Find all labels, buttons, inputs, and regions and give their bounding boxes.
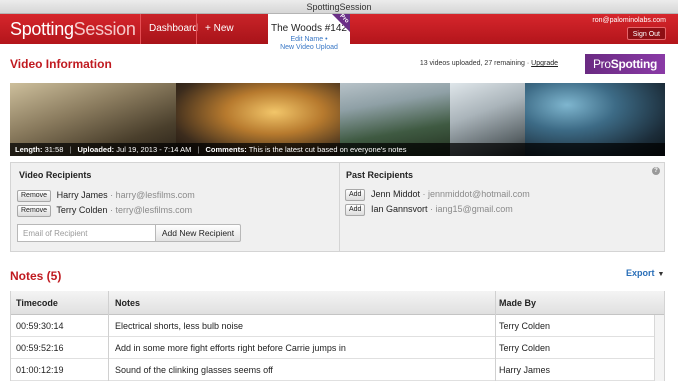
uploads-status: 13 videos uploaded, 27 remaining · Upgra… bbox=[420, 60, 558, 67]
comments-value: This is the latest cut based on everyone… bbox=[248, 145, 407, 154]
nav-dashboard[interactable]: Dashboard bbox=[140, 14, 198, 44]
video-filmstrip[interactable]: Length: 31:58 | Uploaded: Jul 19, 2013 -… bbox=[10, 83, 665, 156]
add-past-recipient-button[interactable]: Add bbox=[345, 203, 366, 216]
column-divider bbox=[108, 291, 109, 381]
logo-text-session: Session bbox=[73, 19, 136, 39]
recipient-name: Harry James bbox=[56, 190, 108, 200]
meta-separator: | bbox=[69, 145, 72, 154]
past-recipient-email: · jennmiddot@hotmail.com bbox=[422, 189, 530, 199]
note-text: Electrical shorts, less bulb noise bbox=[115, 321, 244, 331]
note-author: Harry James bbox=[499, 365, 551, 375]
add-past-recipient-button[interactable]: Add bbox=[345, 188, 366, 201]
note-text: Add in some more fight efforts right bef… bbox=[115, 343, 346, 353]
uploads-count: 13 videos uploaded, 27 remaining · bbox=[419, 60, 530, 67]
note-author: Terry Colden bbox=[499, 343, 551, 353]
past-recipient-row: Add Ian Gannsvort · iang15@gmail.com bbox=[345, 203, 513, 216]
link-separator: • bbox=[325, 36, 328, 43]
upgrade-link[interactable]: Upgrade bbox=[531, 60, 558, 67]
app-logo[interactable]: SpottingSession bbox=[10, 17, 136, 41]
comments-label: Comments: bbox=[205, 145, 247, 154]
video-metadata-bar: Length: 31:58 | Uploaded: Jul 19, 2013 -… bbox=[10, 143, 665, 156]
nav-new-session[interactable]: + New Session bbox=[196, 14, 268, 64]
prospotting-badge-pro: Pro bbox=[592, 57, 611, 71]
video-tab-links: Edit Name • New Video Upload bbox=[268, 36, 350, 52]
export-label: Export bbox=[626, 268, 655, 278]
video-recipients-heading: Video Recipients bbox=[19, 170, 92, 180]
table-scrollbar[interactable] bbox=[654, 315, 664, 381]
note-timecode: 00:59:30:14 bbox=[16, 321, 64, 331]
caret-down-icon: ▼ bbox=[657, 271, 665, 278]
past-recipients-heading: Past Recipients bbox=[346, 170, 414, 180]
notes-table: Timecode Notes Made By 00:59:30:14 Elect… bbox=[10, 291, 665, 381]
app-header: SpottingSession Dashboard + New Session … bbox=[0, 13, 678, 64]
edit-name-link[interactable]: Edit Name bbox=[290, 36, 323, 43]
meta-separator: | bbox=[197, 145, 200, 154]
recipient-email: · harry@lesfilms.com bbox=[110, 190, 195, 200]
column-header-made-by[interactable]: Made By bbox=[499, 291, 536, 315]
length-value: 31:58 bbox=[44, 145, 64, 154]
new-video-upload-link[interactable]: New Video Upload bbox=[280, 44, 338, 51]
past-recipient-email: · iang15@gmail.com bbox=[430, 204, 513, 214]
note-text: Sound of the clinking glasses seems off bbox=[115, 365, 273, 375]
export-dropdown[interactable]: Export ▼ bbox=[626, 268, 664, 278]
past-recipient-name: Ian Gannsvort bbox=[370, 204, 428, 214]
remove-recipient-button[interactable]: Remove bbox=[17, 204, 52, 217]
window-title: SpottingSession bbox=[306, 2, 372, 12]
recipient-row: Remove Terry Colden · terry@lesfilms.com bbox=[17, 204, 192, 217]
video-information-title: Video Information bbox=[10, 57, 112, 71]
recipient-name: Terry Colden bbox=[56, 205, 108, 215]
remove-recipient-button[interactable]: Remove bbox=[17, 189, 52, 202]
note-author: Terry Colden bbox=[499, 321, 551, 331]
user-email: ron@palominolabs.com bbox=[592, 17, 666, 24]
note-timecode: 00:59:52:16 bbox=[16, 343, 64, 353]
notes-title: Notes (5) bbox=[10, 269, 62, 283]
past-recipient-row: Add Jenn Middot · jennmiddot@hotmail.com bbox=[345, 188, 530, 201]
recipient-email: · terry@lesfilms.com bbox=[109, 205, 193, 215]
uploaded-label: Uploaded: bbox=[77, 145, 115, 154]
sign-out-button[interactable]: Sign Out bbox=[626, 27, 666, 40]
recipient-row: Remove Harry James · harry@lesfilms.com bbox=[17, 189, 195, 202]
length-label: Length: bbox=[15, 145, 43, 154]
help-icon[interactable]: ? bbox=[652, 167, 660, 175]
column-header-notes[interactable]: Notes bbox=[115, 291, 140, 315]
window-titlebar: SpottingSession bbox=[0, 0, 678, 14]
recipients-panel: Video Recipients Past Recipients ? Remov… bbox=[10, 162, 665, 252]
column-header-timecode[interactable]: Timecode bbox=[16, 291, 58, 315]
logo-text-spotting: Spotting bbox=[10, 19, 74, 39]
note-timecode: 01:00:12:19 bbox=[16, 365, 64, 375]
recipient-email-input[interactable] bbox=[17, 224, 156, 242]
uploaded-value: Jul 19, 2013 - 7:14 AM bbox=[116, 145, 192, 154]
panel-divider bbox=[339, 163, 340, 251]
prospotting-badge[interactable]: ProSpotting bbox=[585, 54, 665, 74]
add-new-recipient-button[interactable]: Add New Recipient bbox=[155, 224, 241, 242]
current-video-tab[interactable]: The Woods #142 Edit Name • New Video Upl… bbox=[268, 13, 350, 58]
prospotting-badge-spotting: Spotting bbox=[610, 57, 658, 71]
past-recipient-name: Jenn Middot bbox=[370, 189, 421, 199]
column-divider bbox=[495, 291, 496, 381]
